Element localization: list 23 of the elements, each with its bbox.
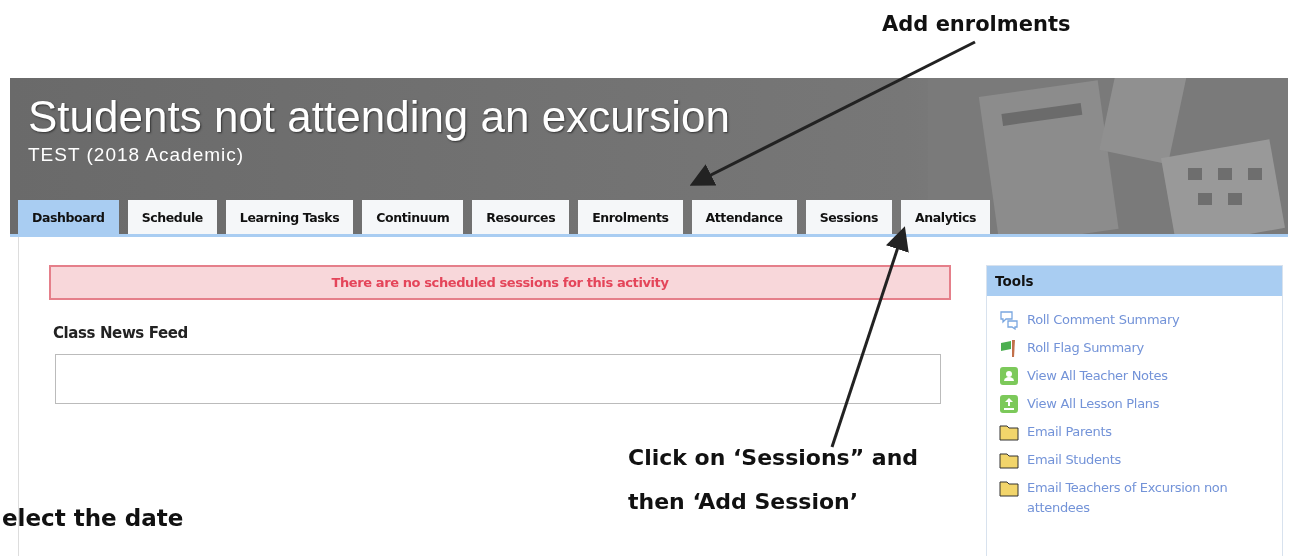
tab[interactable]: Resources xyxy=(472,200,570,234)
upload-icon xyxy=(999,394,1019,414)
tab[interactable]: Learning Tasks xyxy=(225,200,354,234)
speech-bubbles-icon xyxy=(999,310,1019,330)
tab[interactable]: Sessions xyxy=(805,200,893,234)
annotation-label: elect the date xyxy=(2,505,184,531)
folder-icon xyxy=(999,478,1019,498)
alert-banner: There are no scheduled sessions for this activity xyxy=(49,265,951,300)
tab[interactable]: Enrolments xyxy=(578,200,683,234)
tab[interactable]: Schedule xyxy=(127,200,217,234)
page-title: Students not attending an excursion xyxy=(28,92,731,142)
folder-icon xyxy=(999,450,1019,470)
tab[interactable]: Dashboard xyxy=(18,200,119,234)
person-note-icon xyxy=(999,366,1019,386)
page-subtitle: TEST (2018 Academic) xyxy=(28,144,245,166)
section-heading: Class News Feed xyxy=(53,324,188,342)
tab[interactable]: Continuum xyxy=(362,200,464,234)
annotation-label: Click on ‘Sessions” and then ‘Add Session’ xyxy=(628,444,920,516)
annotation-label: Add enrolments xyxy=(882,12,1071,36)
tab[interactable]: Analytics xyxy=(901,200,990,234)
tab[interactable]: Attendance xyxy=(691,200,797,234)
folder-icon xyxy=(999,422,1019,442)
panel-heading: Tools xyxy=(987,266,1282,296)
